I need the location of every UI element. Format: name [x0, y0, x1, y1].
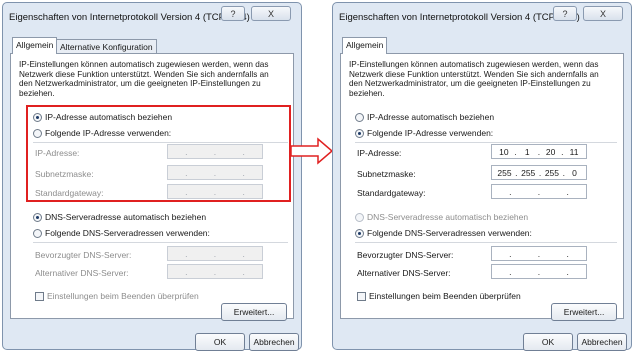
subnet-mask-label: Subnetzmaske: — [357, 169, 416, 179]
validate-label: Einstellungen beim Beenden überprüfen — [369, 291, 521, 301]
ip-auto-label: IP-Adresse automatisch beziehen — [367, 112, 495, 122]
dns-manual-label: Folgende DNS-Serveradressen verwenden: — [367, 228, 532, 238]
dns-manual-option[interactable]: Folgende DNS-Serveradressen verwenden: — [33, 228, 210, 238]
help-button[interactable]: ? — [553, 6, 577, 21]
dns-alternate-field[interactable]: ... — [167, 264, 263, 279]
gateway-label: Standardgateway: — [357, 188, 426, 198]
checkbox-icon[interactable] — [35, 291, 44, 301]
radio-unselected-icon[interactable] — [33, 228, 42, 238]
dns-alternate-label: Alternativer DNS-Server: — [357, 268, 451, 278]
dns-manual-label: Folgende DNS-Serveradressen verwenden: — [45, 228, 210, 238]
dns-preferred-field[interactable]: ... — [491, 246, 587, 261]
description-text: IP-Einstellungen können automatisch zuge… — [19, 60, 269, 98]
close-button[interactable]: X — [583, 6, 623, 21]
dns-auto-label: DNS-Serveradresse automatisch beziehen — [45, 212, 207, 222]
close-button[interactable]: X — [251, 6, 291, 21]
cancel-button[interactable]: Abbrechen — [577, 333, 627, 351]
radio-unselected-icon[interactable] — [355, 112, 364, 122]
dns-manual-option[interactable]: Folgende DNS-Serveradressen verwenden: — [355, 228, 532, 238]
right-arrow-icon — [290, 137, 334, 165]
tab-general[interactable]: Allgemein — [342, 37, 388, 54]
ok-button[interactable]: OK — [195, 333, 245, 351]
advanced-button[interactable]: Erweitert... — [221, 303, 287, 321]
window-title: Eigenschaften von Internetprotokoll Vers… — [9, 12, 250, 23]
dns-auto-option[interactable]: DNS-Serveradresse automatisch beziehen — [33, 212, 206, 222]
ip-auto-option[interactable]: IP-Adresse automatisch beziehen — [355, 112, 494, 122]
gateway-field[interactable]: ... — [491, 184, 587, 199]
highlight-frame — [26, 105, 291, 202]
validate-option[interactable]: Einstellungen beim Beenden überprüfen — [357, 291, 521, 301]
dns-preferred-label: Bevorzugter DNS-Server: — [357, 250, 454, 260]
validate-label: Einstellungen beim Beenden überprüfen — [47, 291, 199, 301]
dns-preferred-field[interactable]: ... — [167, 246, 263, 261]
tab-alternative-config[interactable]: Alternative Konfiguration — [56, 39, 157, 54]
radio-disabled-icon[interactable] — [355, 212, 364, 222]
ip-manual-option[interactable]: Folgende IP-Adresse verwenden: — [355, 128, 493, 138]
ip-manual-label: Folgende IP-Adresse verwenden: — [367, 128, 494, 138]
dns-group-divider — [355, 242, 617, 243]
dns-auto-label: DNS-Serveradresse automatisch beziehen — [367, 212, 529, 222]
dns-group-divider — [33, 242, 288, 243]
right-dialog: Eigenschaften von Internetprotokoll Vers… — [332, 2, 632, 351]
cancel-button[interactable]: Abbrechen — [249, 333, 299, 351]
description-text: IP-Einstellungen können automatisch zuge… — [349, 60, 599, 98]
dns-alternate-field[interactable]: ... — [491, 264, 587, 279]
validate-option[interactable]: Einstellungen beim Beenden überprüfen — [35, 291, 199, 301]
titlebar: Eigenschaften von Internetprotokoll Vers… — [333, 3, 631, 29]
radio-selected-icon[interactable] — [355, 128, 364, 138]
advanced-button[interactable]: Erweitert... — [551, 303, 617, 321]
ip-address-field[interactable]: 10. 1. 20. 11 — [491, 144, 587, 159]
window-title: Eigenschaften von Internetprotokoll Vers… — [339, 12, 580, 23]
dns-preferred-label: Bevorzugter DNS-Server: — [35, 250, 132, 260]
ip-address-label: IP-Adresse: — [357, 148, 402, 158]
help-button[interactable]: ? — [221, 6, 245, 21]
ip-group-divider — [355, 142, 617, 143]
radio-selected-icon[interactable] — [355, 228, 364, 238]
checkbox-icon[interactable] — [357, 291, 366, 301]
dns-alternate-label: Alternativer DNS-Server: — [35, 268, 129, 278]
dns-auto-option[interactable]: DNS-Serveradresse automatisch beziehen — [355, 212, 528, 222]
subnet-mask-field[interactable]: 255. 255. 255. 0 — [491, 165, 587, 180]
radio-selected-icon[interactable] — [33, 212, 42, 222]
titlebar: Eigenschaften von Internetprotokoll Vers… — [3, 3, 301, 29]
tab-general[interactable]: Allgemein — [12, 37, 58, 54]
ok-button[interactable]: OK — [523, 333, 573, 351]
